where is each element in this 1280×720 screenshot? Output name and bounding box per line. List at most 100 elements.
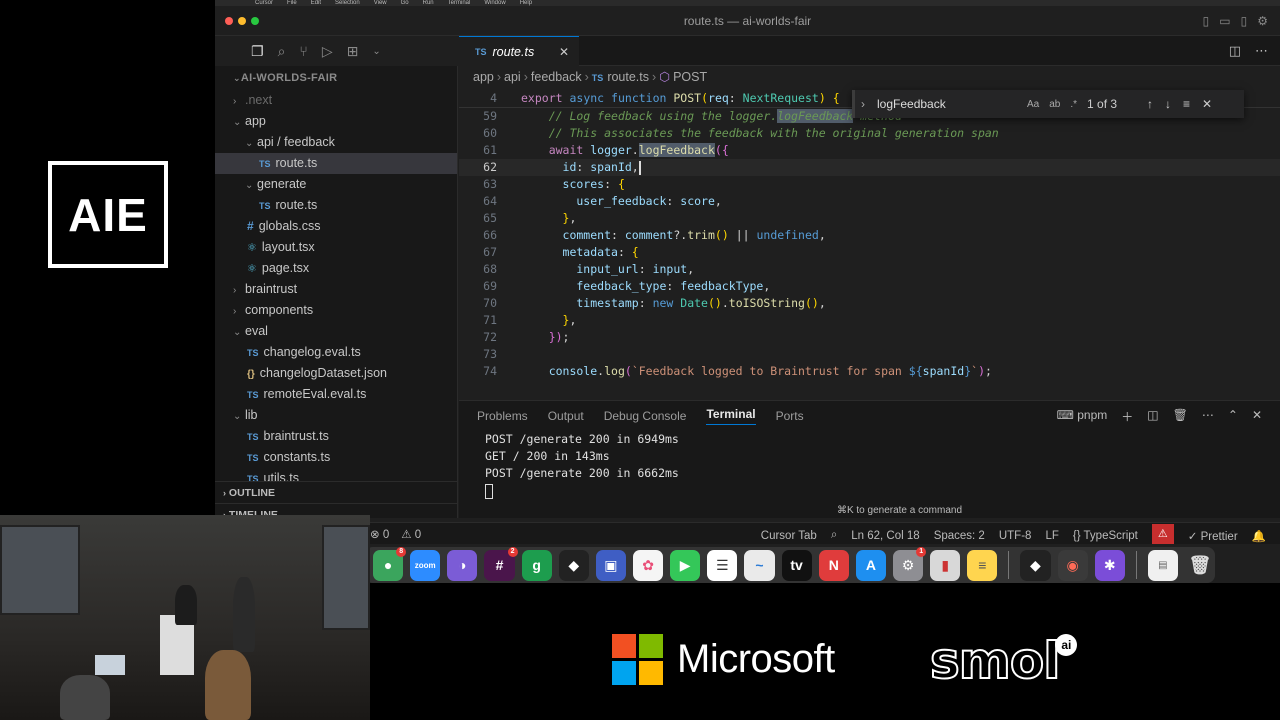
tree-file[interactable]: TS route.ts [215,153,457,174]
tab-debug-console[interactable]: Debug Console [604,409,687,423]
terminal-shell-selector[interactable]: ⌨ pnpm [1057,408,1108,425]
tree-folder[interactable]: ⌄ app [215,111,457,132]
toggle-replace-icon[interactable]: › [855,97,871,111]
regex-icon[interactable]: .* [1070,99,1077,110]
status-errors[interactable]: ⊗ 0 [370,527,389,541]
dock-app-appstore-icon[interactable]: A [855,549,886,581]
status-position[interactable]: Ln 62, Col 18 [851,530,919,542]
source-control-icon[interactable]: ⑂ [299,43,307,59]
dock-app-zoom-icon[interactable]: zoom [410,549,441,581]
tree-folder[interactable]: › braintrust [215,279,457,300]
find-options: Aa ab .* [1027,99,1077,110]
status-warnings[interactable]: ⚠ 0 [401,527,421,541]
dock-app-slack-icon[interactable]: #2 [484,546,518,581]
tree-file[interactable]: TS constants.ts [215,447,457,468]
dock-app-news-icon[interactable]: N [818,549,849,581]
notifications-bell-icon[interactable]: 🔔 [1252,529,1266,543]
tree-file[interactable]: TS braintrust.ts [215,426,457,447]
tree-file[interactable]: # globals.css [215,216,457,237]
status-language[interactable]: {} TypeScript [1073,530,1138,542]
toggle-sidebar-icon[interactable]: ▯ [1203,14,1210,28]
tree-folder[interactable]: ⌄ lib [215,405,457,426]
explorer-icon[interactable]: ❐ [251,43,264,60]
code-editor[interactable]: 4 export async function POST(req: NextReq… [459,88,1280,380]
tree-folder[interactable]: › .next [215,90,457,111]
tree-file[interactable]: TS changelog.eval.ts [215,342,457,363]
run-debug-icon[interactable]: ▷ [322,43,333,60]
tree-folder[interactable]: ⌄ eval [215,321,457,342]
previous-match-icon[interactable]: ↑ [1147,97,1153,111]
dock-app-downloads-icon[interactable]: ▤ [1147,549,1178,581]
tree-file[interactable]: {} changelogDataset.json [215,363,457,384]
tree-file[interactable]: TS route.ts [215,195,457,216]
tab-terminal[interactable]: Terminal [706,407,756,425]
dock-app-facetime-icon[interactable]: ▶ [670,549,701,581]
editor-tab-route[interactable]: TS route.ts ✕ [459,36,579,66]
breadcrumb-item[interactable]: api [504,70,521,84]
kill-terminal-icon[interactable]: 🗑 [1173,408,1188,425]
dock-app-perplexity-icon[interactable]: ✱ [1094,549,1125,581]
trash-icon[interactable]: 🗑 [1185,550,1215,581]
breadcrumb-item[interactable]: route.ts [607,70,649,84]
match-case-icon[interactable]: Aa [1027,99,1039,110]
dock-app-sheets-icon[interactable]: g [521,549,552,581]
find-input[interactable]: logFeedback [877,97,1017,111]
dock-app-outlook-icon[interactable]: ▣ [595,549,626,581]
status-cursor-tab[interactable]: Cursor Tab [761,530,817,542]
split-terminal-icon[interactable]: ◫ [1147,408,1158,425]
dock-app-cursor-icon[interactable]: ◆ [558,549,589,581]
close-tab-icon[interactable]: ✕ [559,45,569,59]
next-match-icon[interactable]: ↓ [1165,97,1171,111]
search-icon[interactable]: ⌕ [278,43,286,60]
tab-ports[interactable]: Ports [776,409,804,423]
status-prettier[interactable]: ✓ Prettier [1188,529,1238,543]
status-encoding[interactable]: UTF-8 [999,530,1032,542]
tree-file[interactable]: ⚛ layout.tsx [215,237,457,258]
explorer-root[interactable]: ⌄AI-WORLDS-FAIR [215,66,457,90]
dock-app-reminders-icon[interactable]: ☰ [707,549,738,581]
status-eol[interactable]: LF [1045,530,1058,542]
status-alert[interactable]: ⚠ [1151,524,1174,544]
close-find-icon[interactable]: ✕ [1202,97,1212,111]
match-whole-word-icon[interactable]: ab [1049,99,1060,110]
toggle-panel-icon[interactable]: ▭ [1219,14,1230,28]
dock-app-freeform-icon[interactable]: ~ [744,549,775,581]
speaker-person [175,585,197,625]
tree-file[interactable]: TS remoteEval.eval.ts [215,384,457,405]
dock-app-linear-icon[interactable]: ◑ [447,549,478,581]
breadcrumb-item[interactable]: feedback [531,70,582,84]
close-panel-icon[interactable]: ✕ [1252,408,1262,425]
dock-app-cursor-recent-icon[interactable]: ◆ [1020,549,1051,581]
outline-section[interactable]: › OUTLINE [215,481,457,503]
tree-folder[interactable]: › components [215,300,457,321]
settings-gear-icon[interactable]: ⚙ [1257,14,1268,28]
find-in-selection-icon[interactable]: ≡ [1183,97,1190,111]
terminal-output[interactable]: POST /generate 200 in 6949ms GET / 200 i… [459,431,1280,502]
dock-app-recorder-icon[interactable]: ◉ [1057,549,1088,581]
extensions-icon[interactable]: ⊞ [347,43,359,60]
dock-app-messages-icon[interactable]: ● 8 [373,546,407,581]
split-editor-icon[interactable]: ◫ [1229,43,1241,59]
status-spaces[interactable]: Spaces: 2 [934,530,985,542]
zoom-search-icon[interactable]: ⌕ [831,529,837,542]
tree-folder[interactable]: ⌄ api / feedback [215,132,457,153]
breadcrumb-item[interactable]: POST [673,70,707,84]
tab-problems[interactable]: Problems [477,409,528,423]
dock-app-notes-icon[interactable]: ≡ [967,549,998,581]
more-views-chevron-icon[interactable]: ⌄ [372,46,380,57]
dock-app-tv-icon[interactable]: tv [781,549,812,581]
more-actions-icon[interactable]: ⋯ [1255,43,1268,59]
toggle-secondary-sidebar-icon[interactable]: ▯ [1241,14,1248,28]
chevron-right-icon: › [233,96,237,107]
maximize-panel-icon[interactable]: ⌃ [1228,408,1238,425]
more-actions-icon[interactable]: ⋯ [1202,408,1214,425]
new-terminal-icon[interactable]: ＋ [1121,408,1133,425]
dock-app-iphone-mirroring-icon[interactable]: ▮ [930,549,961,581]
dock-app-settings-gear-icon[interactable]: ⚙ 1 [892,546,927,581]
tab-output[interactable]: Output [548,409,584,423]
tree-folder[interactable]: ⌄ generate [215,174,457,195]
react-file-icon: ⚛ [247,242,257,254]
tree-file[interactable]: ⚛ page.tsx [215,258,457,279]
breadcrumb-item[interactable]: app [473,70,494,84]
dock-app-photos-icon[interactable]: ✿ [632,549,664,581]
